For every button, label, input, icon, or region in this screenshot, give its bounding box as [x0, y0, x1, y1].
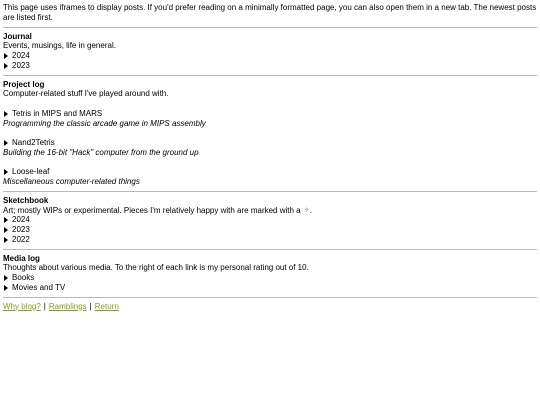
page: This page uses iframes to display posts.… [0, 0, 540, 311]
media-log-section: Media log Thoughts about various media. … [3, 254, 537, 293]
item-label: Tetris in MIPS and MARS [12, 108, 103, 118]
separator: | [43, 301, 46, 311]
journal-section: Journal Events, musings, life in general… [3, 32, 537, 71]
divider [3, 190, 537, 192]
section-title: Sketchbook [3, 195, 49, 205]
item-label: 2023 [12, 60, 30, 70]
media-item-movies-tv[interactable]: Movies and TV [3, 283, 537, 293]
divider [3, 296, 537, 298]
return-link[interactable]: Return [95, 302, 119, 311]
project-item-tetris[interactable]: Tetris in MIPS and MARS [3, 109, 537, 119]
item-label: 2024 [12, 51, 30, 60]
project-item-nand2tetris[interactable]: Nand2Tetris [3, 138, 537, 148]
item-label: 2023 [12, 225, 30, 234]
disclosure-triangle-icon [4, 236, 8, 243]
why-blog-link[interactable]: Why blog? [3, 302, 41, 311]
journal-item-2024[interactable]: 2024 [3, 51, 537, 61]
project-item-loose-leaf[interactable]: Loose-leaf [3, 167, 537, 177]
disclosure-triangle-icon [4, 274, 8, 281]
separator: | [89, 301, 92, 311]
item-label: 2022 [12, 234, 30, 244]
item-label: 2024 [12, 215, 30, 225]
item-label: Books [12, 273, 35, 282]
disclosure-triangle-icon [4, 139, 8, 146]
disclosure-triangle-icon [4, 226, 8, 233]
project-description: Building the 16-bit "Hack" computer from… [3, 147, 199, 157]
section-description: Computer-related stuff I've played aroun… [3, 89, 169, 99]
sketchbook-item-2023[interactable]: 2023 [3, 225, 537, 235]
project-description: Programming the classic arcade game in M… [3, 118, 206, 128]
media-item-books[interactable]: Books [3, 273, 537, 283]
divider [3, 74, 537, 76]
project-log-section: Project log Computer-related stuff I've … [3, 80, 537, 187]
journal-item-2023[interactable]: 2023 [3, 61, 537, 71]
project-description: Miscellaneous computer-related things [3, 177, 140, 186]
disclosure-triangle-icon [4, 110, 8, 117]
disclosure-triangle-icon [4, 62, 8, 69]
footer-nav: Why blog? | Ramblings | Return [3, 302, 537, 312]
ramblings-link[interactable]: Ramblings [49, 302, 87, 311]
description-text: Art; mostly WIPs or experimental. Pieces… [3, 205, 301, 215]
disclosure-triangle-icon [4, 52, 8, 59]
disclosure-triangle-icon [4, 217, 8, 224]
disclosure-triangle-icon [4, 169, 8, 176]
divider [3, 248, 537, 250]
description-end: . [309, 205, 312, 215]
sketchbook-item-2024[interactable]: 2024 [3, 215, 537, 225]
sketchbook-section: Sketchbook Art; mostly WIPs or experimen… [3, 196, 537, 245]
section-description: Events, musings, life in general. [3, 41, 116, 51]
section-title: Project log [3, 79, 45, 89]
item-label: Movies and TV [12, 282, 66, 292]
divider [3, 26, 537, 28]
disclosure-triangle-icon [4, 284, 8, 291]
intro-text: This page uses iframes to display posts.… [3, 3, 537, 22]
sketchbook-item-2022[interactable]: 2022 [3, 235, 537, 245]
section-title: Journal [3, 31, 32, 41]
section-description: Art; mostly WIPs or experimental. Pieces… [3, 206, 537, 216]
section-description: Thoughts about various media. To the rig… [3, 263, 309, 273]
item-label: Loose-leaf [12, 167, 50, 177]
item-label: Nand2Tetris [12, 138, 55, 147]
section-title: Media log [3, 253, 40, 263]
